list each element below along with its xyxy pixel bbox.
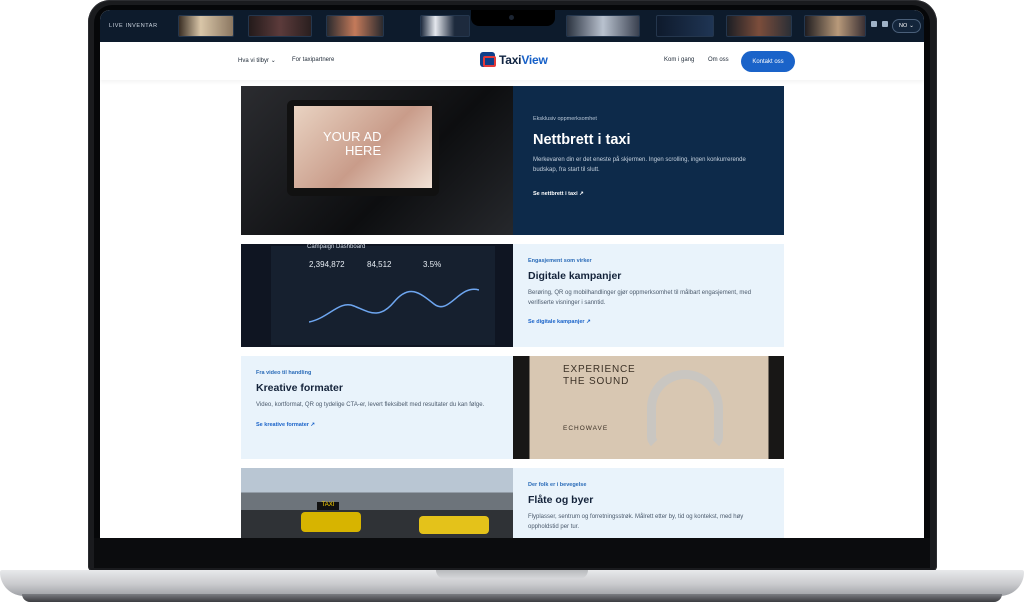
nav-get-started[interactable]: Kom i gang [664, 57, 694, 63]
card-eyebrow: Eksklusiv oppmerksomhet [533, 116, 597, 122]
inventory-thumb[interactable] [804, 15, 866, 37]
taxi-car [301, 512, 361, 532]
card-link-label: Se nettbrett i taxi [533, 191, 578, 197]
language-selector[interactable]: NO ⌄ [892, 19, 921, 33]
ad-line-2: THE SOUND [563, 376, 630, 387]
card-eyebrow: Der folk er i bevegelse [528, 482, 587, 488]
ad-line-1: YOUR AD [323, 129, 382, 144]
ad-headline: EXPERIENCE THE SOUND [563, 364, 635, 388]
card-title: Flåte og byer [528, 494, 594, 506]
inventory-thumb[interactable] [566, 15, 640, 37]
kpi-impressions: 2,394,872 [309, 260, 345, 269]
logo-text-a: Taxi [499, 52, 522, 67]
card-description: Flyplasser, sentrum og forretningsstrøk.… [528, 514, 744, 530]
tablet-image: YOUR AD HERE [241, 86, 513, 235]
card-eyebrow: Engasjement som virker [528, 258, 592, 264]
inventory-thumb[interactable] [656, 15, 714, 37]
logo-text: TaxiView [499, 53, 548, 67]
card-text-light: Fra video til handling Kreative formater… [241, 356, 513, 459]
card-title: Digitale kampanjer [528, 270, 622, 282]
card-digital: Campaign Dashboard 2,394,872 84,512 3.5%… [241, 244, 784, 347]
nav-partners[interactable]: For taxipartnere [292, 57, 334, 63]
nav-services[interactable]: Hva vi tilbyr ⌄ [238, 57, 276, 64]
card-description: Berøring, QR og mobilhandlinger gjør opp… [528, 290, 752, 306]
card-creative: Fra video til handling Kreative formater… [241, 356, 784, 459]
arrow-up-right-icon: ↗ [586, 319, 591, 325]
card-text-light: Der folk er i bevegelse Flåte og byer Fl… [513, 468, 784, 538]
chart-line [309, 288, 479, 323]
engagement-line-chart [309, 288, 479, 323]
card-tablet: YOUR AD HERE Eksklusiv oppmerksomhet Nett… [241, 86, 784, 235]
tiktok-icon[interactable] [882, 21, 888, 27]
card-description: Video, kortformat, QR og tydelige CTA-er… [256, 402, 485, 408]
inventory-thumb[interactable] [726, 15, 792, 37]
social-icons [871, 21, 888, 27]
laptop-mockup: LIVE INVENTAR NO ⌄ Hva vi tilbyr ⌄ For t [0, 0, 1024, 609]
ad-placeholder-text: YOUR AD HERE [323, 130, 382, 158]
chevron-down-icon: ⌄ [270, 58, 276, 64]
headphones-ad-image: EXPERIENCE THE SOUND ECHOWAVE [513, 356, 784, 459]
card-link[interactable]: Se nettbrett i taxi ↗ [533, 191, 753, 197]
card-link[interactable]: Se kreative formater ↗ [256, 422, 496, 428]
headphones-icon [647, 370, 723, 450]
inventory-thumb[interactable] [326, 15, 384, 37]
card-description: Merkevaren din er det eneste på skjermen… [533, 157, 746, 173]
ad-brand: ECHOWAVE [563, 425, 609, 432]
dashboard-title: Campaign Dashboard [307, 244, 366, 250]
dashboard-image: Campaign Dashboard 2,394,872 84,512 3.5% [241, 244, 513, 347]
camera-icon [509, 15, 514, 20]
ad-line-2: HERE [345, 143, 382, 158]
card-text-light: Engasjement som virker Digitale kampanje… [513, 244, 784, 347]
inventory-strip: LIVE INVENTAR NO ⌄ [100, 10, 924, 42]
nav-services-label: Hva vi tilbyr [238, 58, 270, 64]
card-title: Kreative formater [256, 382, 343, 394]
logo-icon [480, 52, 496, 67]
browser-screen: LIVE INVENTAR NO ⌄ Hva vi tilbyr ⌄ For t [100, 10, 924, 538]
card-link-label: Se digitale kampanjer [528, 319, 585, 325]
arrow-up-right-icon: ↗ [310, 421, 316, 428]
taxi-sign: TAXI [317, 502, 339, 510]
contact-button[interactable]: Kontakt oss [741, 51, 795, 72]
card-fleet: TAXI Der folk er i bevegelse Flåte og by… [241, 468, 784, 538]
inventory-thumb[interactable] [248, 15, 312, 37]
language-label: NO [899, 23, 908, 29]
laptop-chin [94, 538, 930, 568]
inventory-label: LIVE INVENTAR [109, 23, 158, 29]
card-link-label: Se kreative formater [256, 421, 309, 428]
card-title: Nettbrett i taxi [533, 132, 631, 148]
card-eyebrow: Fra video til handling [256, 370, 312, 376]
card-link[interactable]: Se digitale kampanjer ↗ [528, 319, 768, 325]
kpi-clicks: 84,512 [367, 260, 392, 269]
nav-about[interactable]: Om oss [708, 57, 729, 63]
kpi-rate: 3.5% [423, 260, 442, 269]
chevron-down-icon: ⌄ [909, 23, 914, 29]
inventory-thumb[interactable] [420, 15, 470, 37]
inventory-thumb[interactable] [178, 15, 234, 37]
instagram-icon[interactable] [871, 21, 877, 27]
city-taxi-image: TAXI [241, 468, 513, 538]
logo-text-b: View [521, 52, 548, 67]
taxiview-logo[interactable]: TaxiView [480, 52, 548, 67]
ad-line-1: EXPERIENCE [563, 364, 636, 375]
main-nav: Hva vi tilbyr ⌄ For taxipartnere TaxiVie… [100, 42, 924, 80]
card-text-dark: Eksklusiv oppmerksomhet Nettbrett i taxi… [513, 86, 784, 235]
arrow-up-right-icon: ↗ [579, 191, 584, 197]
taxi-car [419, 516, 489, 534]
laptop-foot [22, 594, 1002, 602]
laptop-opening-groove [436, 570, 588, 579]
